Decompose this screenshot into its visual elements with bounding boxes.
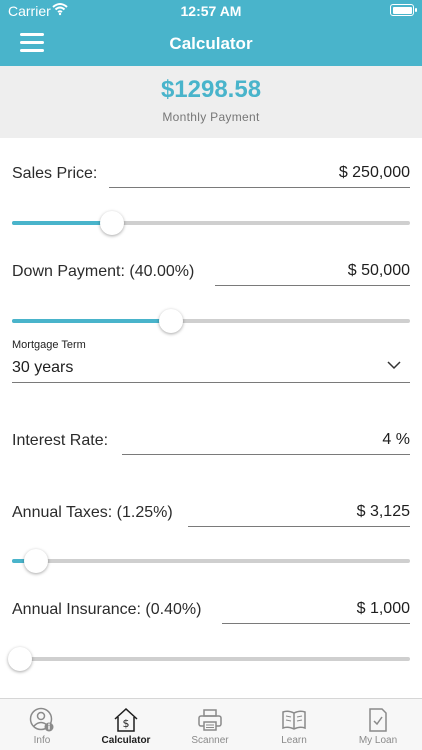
mortgage-term-select[interactable]: 30 years (12, 355, 410, 383)
annual-taxes-slider[interactable] (12, 547, 410, 575)
sales-price-label: Sales Price: (12, 165, 98, 182)
page-title: Calculator (169, 34, 253, 53)
slider-thumb[interactable] (159, 309, 184, 333)
payment-summary: $1298.58 Monthly Payment (0, 66, 422, 138)
interest-rate-label: Interest Rate: (12, 432, 109, 449)
status-bar: Carrier 12:57 AM (0, 0, 422, 22)
annual-insurance-input[interactable]: $ 1,000 (222, 596, 410, 624)
open-book-icon (282, 710, 306, 730)
tab-bar: Info $ Calculator Scanner Learn My Loan (0, 698, 422, 750)
tab-info[interactable]: Info (0, 699, 84, 750)
mortgage-term-caption: Mortgage Term (12, 339, 86, 351)
tab-my-loan-label: My Loan (358, 735, 398, 746)
slider-thumb[interactable] (99, 211, 124, 235)
tab-learn[interactable]: Learn (252, 699, 336, 750)
monthly-payment-amount: $1298.58 (160, 76, 262, 103)
slider-fill (12, 221, 112, 225)
interest-rate-input[interactable]: 4 % (122, 427, 410, 455)
battery-icon (390, 4, 417, 16)
person-info-icon (29, 707, 54, 732)
tab-my-loan[interactable]: My Loan (336, 699, 420, 750)
annual-insurance-slider[interactable] (7, 645, 410, 673)
slider-thumb[interactable] (7, 647, 32, 671)
mortgage-term-value: 30 years (12, 359, 74, 376)
nav-bar: Calculator (0, 22, 422, 66)
house-dollar-icon: $ (114, 707, 138, 732)
printer-scanner-icon (198, 709, 222, 731)
status-time: 12:57 AM (180, 3, 242, 19)
slider-fill (12, 319, 172, 323)
svg-text:$: $ (123, 717, 130, 730)
annual-taxes-label: Annual Taxes: (1.25%) (12, 504, 173, 521)
tab-calculator[interactable]: $ Calculator (84, 699, 168, 750)
annual-taxes-input[interactable]: $ 3,125 (188, 499, 410, 527)
sales-price-input[interactable]: $ 250,000 (109, 160, 410, 188)
tab-learn-label: Learn (281, 735, 307, 746)
tab-scanner[interactable]: Scanner (168, 699, 252, 750)
down-payment-input[interactable]: $ 50,000 (215, 258, 410, 286)
down-payment-label: Down Payment: (40.00%) (12, 263, 195, 280)
sales-price-slider[interactable] (12, 209, 410, 237)
tab-scanner-label: Scanner (191, 735, 229, 746)
tab-calculator-label: Calculator (101, 735, 151, 746)
tab-info-label: Info (33, 735, 51, 746)
slider-track (12, 657, 410, 661)
monthly-payment-label: Monthly Payment (162, 110, 260, 124)
annual-insurance-label: Annual Insurance: (0.40%) (12, 601, 202, 618)
document-check-icon (369, 708, 387, 732)
down-payment-slider[interactable] (12, 307, 410, 335)
slider-track (12, 559, 410, 563)
chevron-down-icon (387, 361, 401, 370)
slider-thumb[interactable] (23, 549, 48, 573)
